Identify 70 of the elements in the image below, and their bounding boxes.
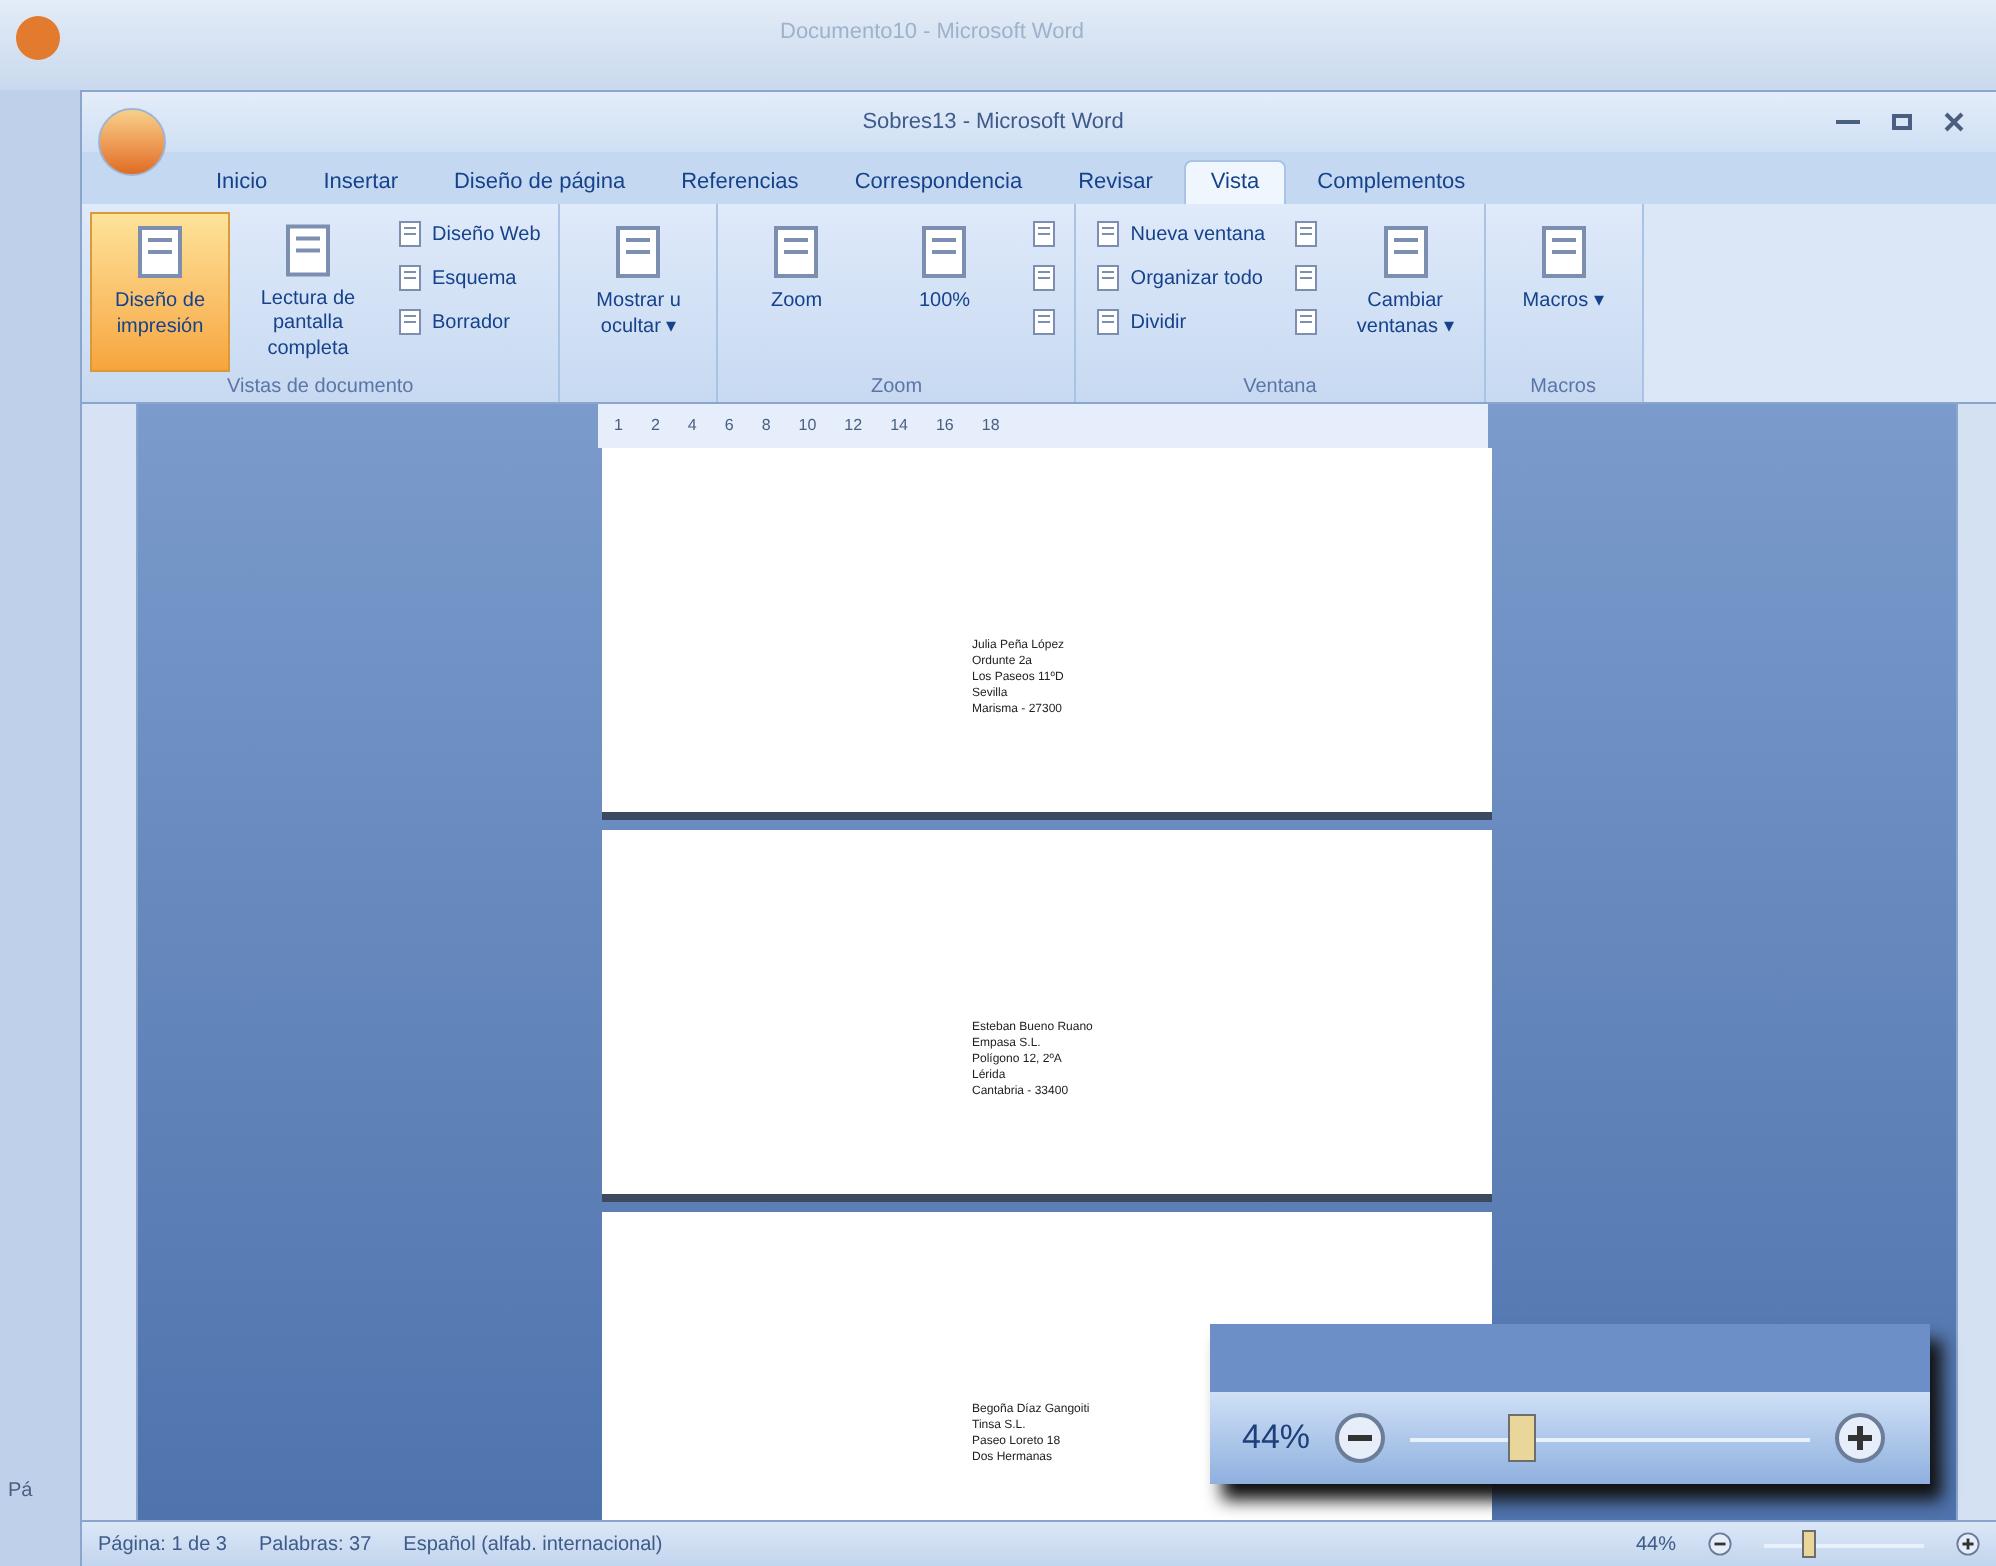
zoom-out-icon[interactable] <box>1334 1412 1387 1464</box>
page-icon <box>396 264 424 292</box>
page-icon <box>1094 264 1123 292</box>
ribbon-tab[interactable]: Complementos <box>1293 160 1490 204</box>
zoom-percentage: 44% <box>1242 1416 1311 1461</box>
status-text: Español (alfab. internacional) <box>403 1531 663 1559</box>
ribbon-button[interactable]: Macros ▾ <box>1493 212 1634 372</box>
background-status-text: Pá <box>8 1478 35 1506</box>
ruler-number: 10 <box>798 414 817 438</box>
ruler-number: 16 <box>935 414 954 438</box>
close-icon[interactable] <box>1944 112 1964 132</box>
zoom-level-text: 44% <box>1635 1531 1676 1559</box>
ruler-number: 6 <box>724 414 734 438</box>
ruler-number: 2 <box>650 414 660 438</box>
status-text: Página: 1 de 3 <box>98 1531 227 1559</box>
ribbon-tab[interactable]: Revisar <box>1054 160 1177 204</box>
zoom-out-icon[interactable] <box>1708 1532 1732 1556</box>
zoom-slider[interactable] <box>1410 1414 1811 1462</box>
page-icon <box>1291 308 1320 336</box>
ribbon-button[interactable]: Organizar todo <box>1084 256 1276 300</box>
ribbon-button[interactable]: Cambiar ventanas ▾ <box>1335 212 1476 372</box>
group-label: Ventana <box>1243 374 1317 402</box>
ribbon-tab[interactable]: Vista <box>1184 160 1286 204</box>
zoom-slider[interactable] <box>1764 1530 1924 1558</box>
office-button-icon[interactable] <box>98 108 166 176</box>
page-icon <box>396 220 424 248</box>
ruler-number: 14 <box>890 414 908 438</box>
status-text: Palabras: 37 <box>259 1531 372 1559</box>
slider-thumb[interactable] <box>1508 1414 1537 1462</box>
office-logo-icon <box>16 16 60 60</box>
ribbon-button[interactable]: 100% <box>874 212 1015 372</box>
group-label: Vistas de documento <box>227 374 414 402</box>
page-icon <box>1094 220 1123 248</box>
page-icon <box>396 308 424 336</box>
window-title: Sobres13 - Microsoft Word <box>860 107 1126 138</box>
ribbon-tab[interactable]: Referencias <box>657 160 823 204</box>
page-icon <box>1094 308 1123 336</box>
ribbon-button[interactable]: Dividir <box>1084 300 1276 344</box>
zoom-in-icon[interactable] <box>1834 1412 1887 1464</box>
vertical-scrollbar[interactable] <box>1956 404 1996 1520</box>
ribbon-button[interactable]: Diseño de impresión <box>90 212 230 372</box>
zoom-in-icon[interactable] <box>1956 1532 1980 1556</box>
slider-thumb[interactable] <box>1802 1530 1817 1558</box>
ruler-number: 1 <box>614 414 623 438</box>
ribbon-button[interactable]: Mostrar u ocultar ▾ <box>568 212 709 372</box>
ribbon-tab[interactable]: Inicio <box>192 160 292 204</box>
group-label: Macros <box>1530 374 1596 402</box>
page-icon <box>1030 264 1059 292</box>
ribbon-button[interactable]: Lectura de pantalla completa <box>238 212 378 372</box>
ribbon-tab[interactable]: Diseño de página <box>429 160 650 204</box>
page-icon <box>280 222 336 279</box>
ruler-number: 4 <box>687 414 697 438</box>
ribbon-button[interactable]: Esquema <box>386 256 551 300</box>
ruler-number: 12 <box>844 414 863 438</box>
ruler-number: 18 <box>981 414 1000 438</box>
ribbon-button[interactable]: Nueva ventana <box>1084 212 1276 256</box>
page-icon <box>1030 308 1059 336</box>
ribbon-button[interactable]: Borrador <box>386 300 551 344</box>
maximize-icon[interactable] <box>1892 114 1912 130</box>
ribbon-button[interactable]: Zoom <box>726 212 867 372</box>
page-icon <box>132 222 188 282</box>
ruler-number: 8 <box>761 414 771 438</box>
ribbon-tab[interactable]: Correspondencia <box>830 160 1047 204</box>
background-window-title: Documento10 - Microsoft Word <box>780 18 1085 48</box>
ribbon-button[interactable]: Diseño Web <box>386 212 551 256</box>
page-icon <box>1291 220 1320 248</box>
group-label: Zoom <box>871 374 923 402</box>
page-icon <box>1291 264 1320 292</box>
ribbon-tab[interactable]: Insertar <box>299 160 422 204</box>
page-icon <box>1030 220 1059 248</box>
